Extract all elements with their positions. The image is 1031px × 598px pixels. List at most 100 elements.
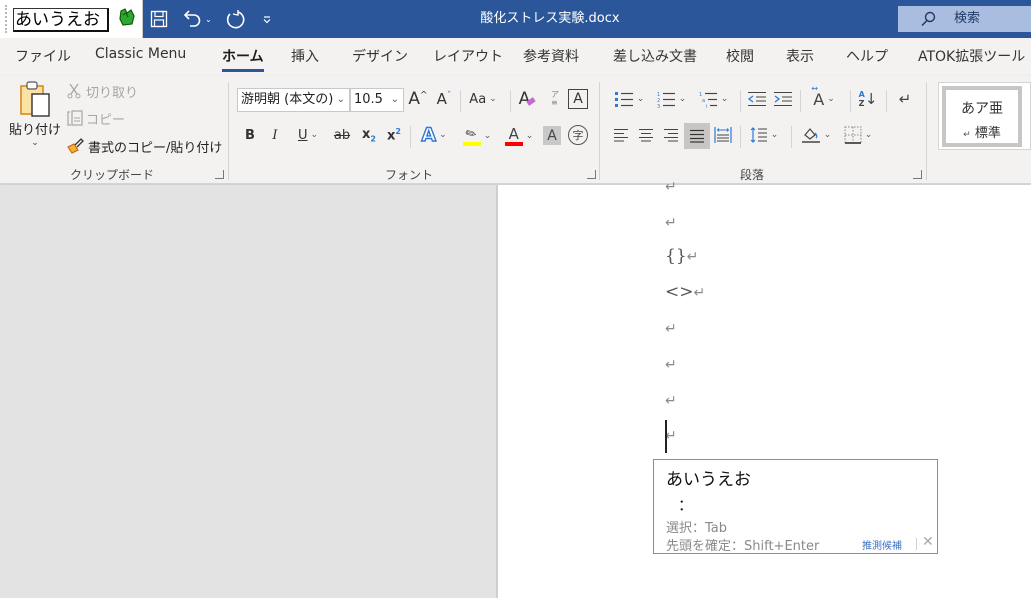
svg-text:3: 3 bbox=[657, 104, 660, 108]
change-case-button[interactable]: Aa ⌄ bbox=[466, 88, 500, 110]
clear-formatting-button[interactable]: A bbox=[515, 88, 539, 110]
style-normal[interactable]: あア亜 ↵ 標準 bbox=[942, 86, 1022, 147]
document-paragraph[interactable]: ↵ bbox=[665, 212, 677, 232]
ime-drag-handle[interactable] bbox=[5, 5, 8, 33]
superscript-button[interactable]: x2 bbox=[384, 124, 404, 146]
paste-button[interactable]: 貼り付け ⌄ bbox=[8, 80, 62, 156]
bullets-button[interactable]: ⌄ bbox=[611, 88, 647, 110]
ime-composition-text[interactable]: あいうえお bbox=[13, 8, 109, 32]
chevron-down-icon: ⌄ bbox=[827, 94, 835, 104]
tab-file[interactable]: ファイル bbox=[15, 46, 71, 66]
font-name-combo[interactable]: 游明朝 (本文の) ⌄ bbox=[237, 88, 350, 112]
shrink-font-button[interactable]: Aˇ bbox=[433, 88, 455, 110]
align-right-button[interactable] bbox=[661, 124, 681, 146]
subscript-icon: x2 bbox=[362, 126, 376, 144]
search-icon bbox=[921, 11, 936, 27]
document-paragraph[interactable]: ↵ bbox=[665, 354, 677, 374]
paste-dropdown-icon[interactable]: ⌄ bbox=[31, 138, 39, 148]
multilevel-list-button[interactable]: 1ai ⌄ bbox=[695, 88, 731, 110]
copy-button[interactable]: コピー bbox=[66, 108, 125, 128]
chevron-down-icon: ⌄ bbox=[439, 130, 447, 140]
justify-button[interactable] bbox=[684, 123, 710, 149]
tab-insert[interactable]: 挿入 bbox=[291, 46, 319, 66]
style-name-label: ↵ 標準 bbox=[963, 126, 1001, 141]
text-effects-button[interactable]: A ⌄ bbox=[417, 123, 451, 146]
format-painter-button[interactable]: 書式のコピー/貼り付け bbox=[66, 136, 222, 156]
subscript-button[interactable]: x2 bbox=[359, 124, 379, 146]
document-paragraph[interactable]: ↵ bbox=[665, 318, 677, 338]
grow-font-button[interactable]: A^ bbox=[407, 88, 429, 110]
confirm-hint: 先頭を確定：Shift+Enter bbox=[666, 539, 820, 554]
decrease-indent-button[interactable] bbox=[746, 88, 768, 110]
customize-quick-access-icon[interactable] bbox=[259, 8, 275, 30]
save-icon[interactable] bbox=[148, 8, 170, 30]
ribbon-home: 貼り付け ⌄ 切り取り コピー 書式のコピー/貼り付け クリップボード 游明朝 … bbox=[0, 76, 1031, 184]
highlight-color-button[interactable]: ✎ ⌄ bbox=[458, 124, 496, 148]
paragraph-mark-icon: ↵ bbox=[963, 130, 971, 140]
cut-button[interactable]: 切り取り bbox=[66, 81, 138, 101]
paragraph-text: <> bbox=[665, 282, 694, 302]
align-left-button[interactable] bbox=[611, 124, 631, 146]
tab-references[interactable]: 参考資料 bbox=[523, 46, 579, 66]
tab-help[interactable]: ヘルプ bbox=[846, 46, 888, 66]
phonetic-guide-button[interactable]: ア ≡ bbox=[545, 88, 565, 110]
document-paragraph[interactable]: <>↵ bbox=[665, 282, 705, 302]
font-size-combo[interactable]: 10.5 ⌄ bbox=[350, 88, 404, 112]
separator bbox=[740, 90, 741, 112]
bold-button[interactable]: B bbox=[240, 124, 260, 146]
line-spacing-button[interactable]: ⌄ bbox=[746, 124, 782, 146]
enclosed-character-button[interactable]: 字 bbox=[568, 125, 588, 145]
document-paragraph[interactable]: ↵ bbox=[665, 176, 677, 196]
numbering-button[interactable]: 123 ⌄ bbox=[653, 88, 689, 110]
distributed-button[interactable] bbox=[712, 124, 734, 146]
document-paragraph[interactable]: {}↵ bbox=[665, 246, 698, 266]
document-canvas-margin bbox=[0, 185, 497, 598]
styles-gallery: あア亜 ↵ 標準 bbox=[938, 82, 1031, 150]
tab-atok-tools[interactable]: ATOK拡張ツール bbox=[918, 46, 1025, 66]
font-color-button[interactable]: A ⌄ bbox=[500, 124, 538, 148]
italic-button[interactable]: I bbox=[265, 124, 285, 146]
show-formatting-marks-button[interactable]: ↵ bbox=[893, 88, 917, 110]
character-shading-button[interactable]: A bbox=[543, 126, 561, 145]
align-center-icon bbox=[639, 129, 653, 142]
redo-icon[interactable] bbox=[222, 8, 248, 30]
enclose-characters-button[interactable]: A bbox=[568, 89, 588, 109]
strikethrough-button[interactable]: ab bbox=[331, 124, 353, 146]
prediction-candidates-link[interactable]: 推測候補 bbox=[862, 537, 902, 552]
title-bar: あいうえお ⌄ 酸化ストレス実験.docx 検索 bbox=[0, 0, 1031, 38]
character-spacing-button[interactable]: A ↔ ⌄ bbox=[806, 84, 842, 110]
tab-layout[interactable]: レイアウト bbox=[433, 46, 503, 66]
font-dialog-launcher-icon[interactable] bbox=[587, 170, 596, 179]
sort-button[interactable]: A Z ↓ bbox=[856, 88, 880, 110]
increase-indent-button[interactable] bbox=[772, 88, 794, 110]
align-center-button[interactable] bbox=[636, 124, 656, 146]
paste-icon bbox=[20, 81, 50, 117]
tab-home[interactable]: ホーム bbox=[222, 46, 264, 72]
chevron-down-icon: ⌄ bbox=[720, 94, 729, 104]
borders-button[interactable]: ⌄ bbox=[840, 124, 876, 146]
undo-dropdown-icon[interactable]: ⌄ bbox=[205, 15, 212, 24]
underline-icon: U bbox=[297, 127, 308, 143]
tab-classic-menu[interactable]: Classic Menu bbox=[95, 46, 186, 62]
atok-logo-icon[interactable] bbox=[118, 7, 136, 27]
phonetic-guide-icon: ア ≡ bbox=[551, 90, 559, 107]
change-case-label: Aa bbox=[469, 91, 487, 107]
underline-button[interactable]: U ⌄ bbox=[290, 124, 326, 146]
shading-button[interactable]: ⌄ bbox=[798, 124, 834, 146]
chevron-down-icon: ⌄ bbox=[525, 131, 534, 141]
align-right-icon bbox=[664, 129, 678, 142]
tab-mailings[interactable]: 差し込み文書 bbox=[613, 46, 697, 66]
chevron-down-icon: ⌄ bbox=[770, 130, 779, 140]
document-paragraph[interactable]: ↵ bbox=[665, 390, 677, 410]
paragraph-dialog-launcher-icon[interactable] bbox=[913, 170, 922, 179]
prediction-candidate[interactable]: あいうえお bbox=[666, 465, 751, 490]
tab-view[interactable]: 表示 bbox=[786, 46, 814, 66]
close-icon[interactable]: ✕ bbox=[922, 534, 934, 550]
search-box[interactable]: 検索 bbox=[898, 6, 1031, 32]
undo-icon[interactable]: ⌄ bbox=[181, 8, 213, 30]
tab-review[interactable]: 校閲 bbox=[726, 46, 754, 66]
clipboard-dialog-launcher-icon[interactable] bbox=[215, 170, 224, 179]
document-title: 酸化ストレス実験.docx bbox=[480, 11, 620, 26]
tab-design[interactable]: デザイン bbox=[352, 46, 408, 66]
paragraph-mark-icon: ↵ bbox=[686, 249, 699, 265]
